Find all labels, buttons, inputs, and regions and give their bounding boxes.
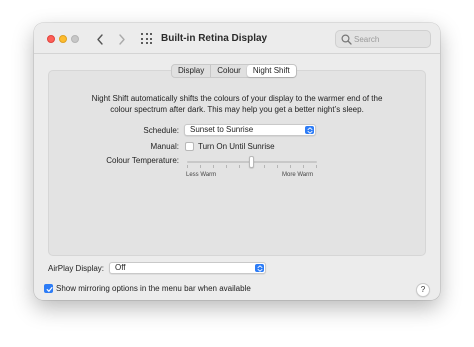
slider-tick <box>316 165 317 168</box>
chevron-right-icon <box>119 33 125 45</box>
help-button[interactable]: ? <box>416 283 430 297</box>
slider-tick <box>277 165 279 168</box>
manual-checkbox[interactable] <box>185 142 194 151</box>
airplay-display-label: AirPlay Display: <box>47 264 104 273</box>
slider-tick <box>290 165 292 168</box>
checkmark-icon <box>46 286 52 292</box>
slider-tick <box>303 165 305 168</box>
search-field[interactable] <box>335 30 431 48</box>
tab-display[interactable]: Display <box>172 65 210 77</box>
tab-colour[interactable]: Colour <box>210 65 247 77</box>
forward-button[interactable] <box>115 31 129 47</box>
zoom-window-button[interactable] <box>71 35 79 43</box>
search-input[interactable] <box>354 32 428 46</box>
airplay-display-value: Off <box>115 263 126 272</box>
title-bar: Built-in Retina Display <box>34 23 440 54</box>
tab-night-shift[interactable]: Night Shift <box>246 65 296 77</box>
slider-tick <box>238 165 240 168</box>
back-button[interactable] <box>93 31 107 47</box>
tab-bar: Display Colour Night Shift <box>171 64 297 78</box>
slider-tick <box>264 165 266 168</box>
colour-temperature-label: Colour Temperature: <box>106 156 179 165</box>
show-all-grid-icon[interactable] <box>141 33 153 45</box>
minimize-window-button[interactable] <box>59 35 67 43</box>
select-stepper-icon <box>305 126 314 134</box>
schedule-value: Sunset to Sunrise <box>190 125 254 134</box>
slider-tick <box>225 165 227 168</box>
more-warm-label: More Warm <box>282 172 314 178</box>
window-title: Built-in Retina Display <box>161 33 268 44</box>
airplay-display-select[interactable]: Off <box>109 262 266 274</box>
mirroring-checkbox[interactable] <box>44 284 53 293</box>
schedule-label: Schedule: <box>143 126 179 135</box>
colour-temperature-slider-knob[interactable] <box>249 156 254 168</box>
system-preferences-window: Built-in Retina Display Display Colour N… <box>34 23 440 300</box>
schedule-select[interactable]: Sunset to Sunrise <box>184 124 316 136</box>
slider-tick <box>212 165 214 168</box>
select-stepper-icon <box>255 264 264 272</box>
manual-checkbox-label[interactable]: Turn On Until Sunrise <box>198 141 275 152</box>
less-warm-label: Less Warm <box>186 172 217 178</box>
slider-tick <box>199 165 201 168</box>
manual-label: Manual: <box>150 142 179 151</box>
mirroring-checkbox-label[interactable]: Show mirroring options in the menu bar w… <box>56 283 251 294</box>
chevron-left-icon <box>97 33 103 45</box>
search-icon <box>341 34 352 45</box>
night-shift-description: Night Shift automatically shifts the col… <box>91 94 383 114</box>
slider-tick <box>187 165 188 168</box>
close-window-button[interactable] <box>47 35 55 43</box>
